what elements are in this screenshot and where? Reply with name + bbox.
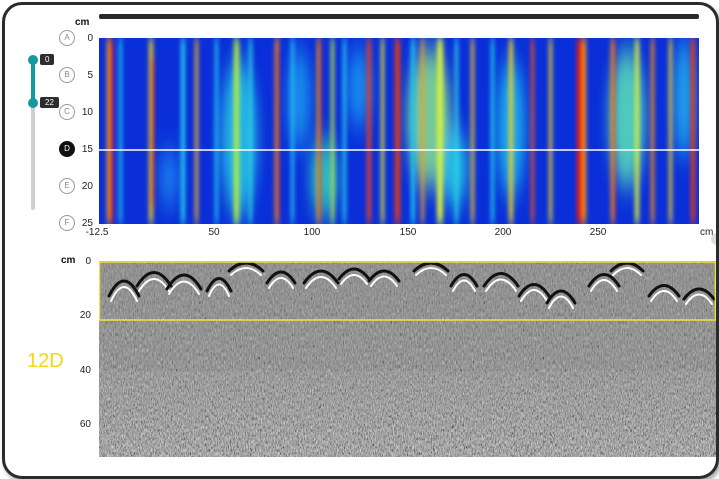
top-x-tick: 100 xyxy=(303,227,321,238)
tablet-frame: cm 0 5 10 15 20 25 A B C D E F 0 22 -12.… xyxy=(2,2,719,479)
top-x-tick: 50 xyxy=(208,227,220,238)
bottom-y-tick: 60 xyxy=(79,419,91,430)
depth-marker-a[interactable]: A xyxy=(59,30,75,46)
top-x-tick: 150 xyxy=(399,227,417,238)
bscan-radargram[interactable] xyxy=(99,261,716,457)
depth-marker-d[interactable]: D xyxy=(59,141,75,157)
depth-range-slider-selection xyxy=(31,60,35,103)
depth-marker-b[interactable]: B xyxy=(59,67,75,83)
slider-min-value: 0 xyxy=(40,54,55,65)
depth-marker-f[interactable]: F xyxy=(59,215,75,231)
depth-marker-c[interactable]: C xyxy=(59,104,75,120)
slider-max-value: 22 xyxy=(40,97,59,108)
bottom-y-tick: 20 xyxy=(79,310,91,321)
top-x-tick: -12.5 xyxy=(85,227,109,238)
top-x-tick: 200 xyxy=(494,227,512,238)
side-scroll-handle[interactable] xyxy=(711,233,716,245)
slider-max-handle[interactable] xyxy=(28,98,38,108)
bottom-y-tick: 40 xyxy=(79,365,91,376)
depth-marker-e[interactable]: E xyxy=(59,178,75,194)
top-progress-bar xyxy=(99,14,699,19)
cscan-heatmap[interactable] xyxy=(99,38,699,224)
top-x-tick: 250 xyxy=(589,227,607,238)
slider-min-handle[interactable] xyxy=(28,55,38,65)
bottom-y-tick: 0 xyxy=(85,256,91,267)
top-y-unit-label: cm xyxy=(75,17,90,28)
scan-id-label: 12D xyxy=(27,350,64,372)
